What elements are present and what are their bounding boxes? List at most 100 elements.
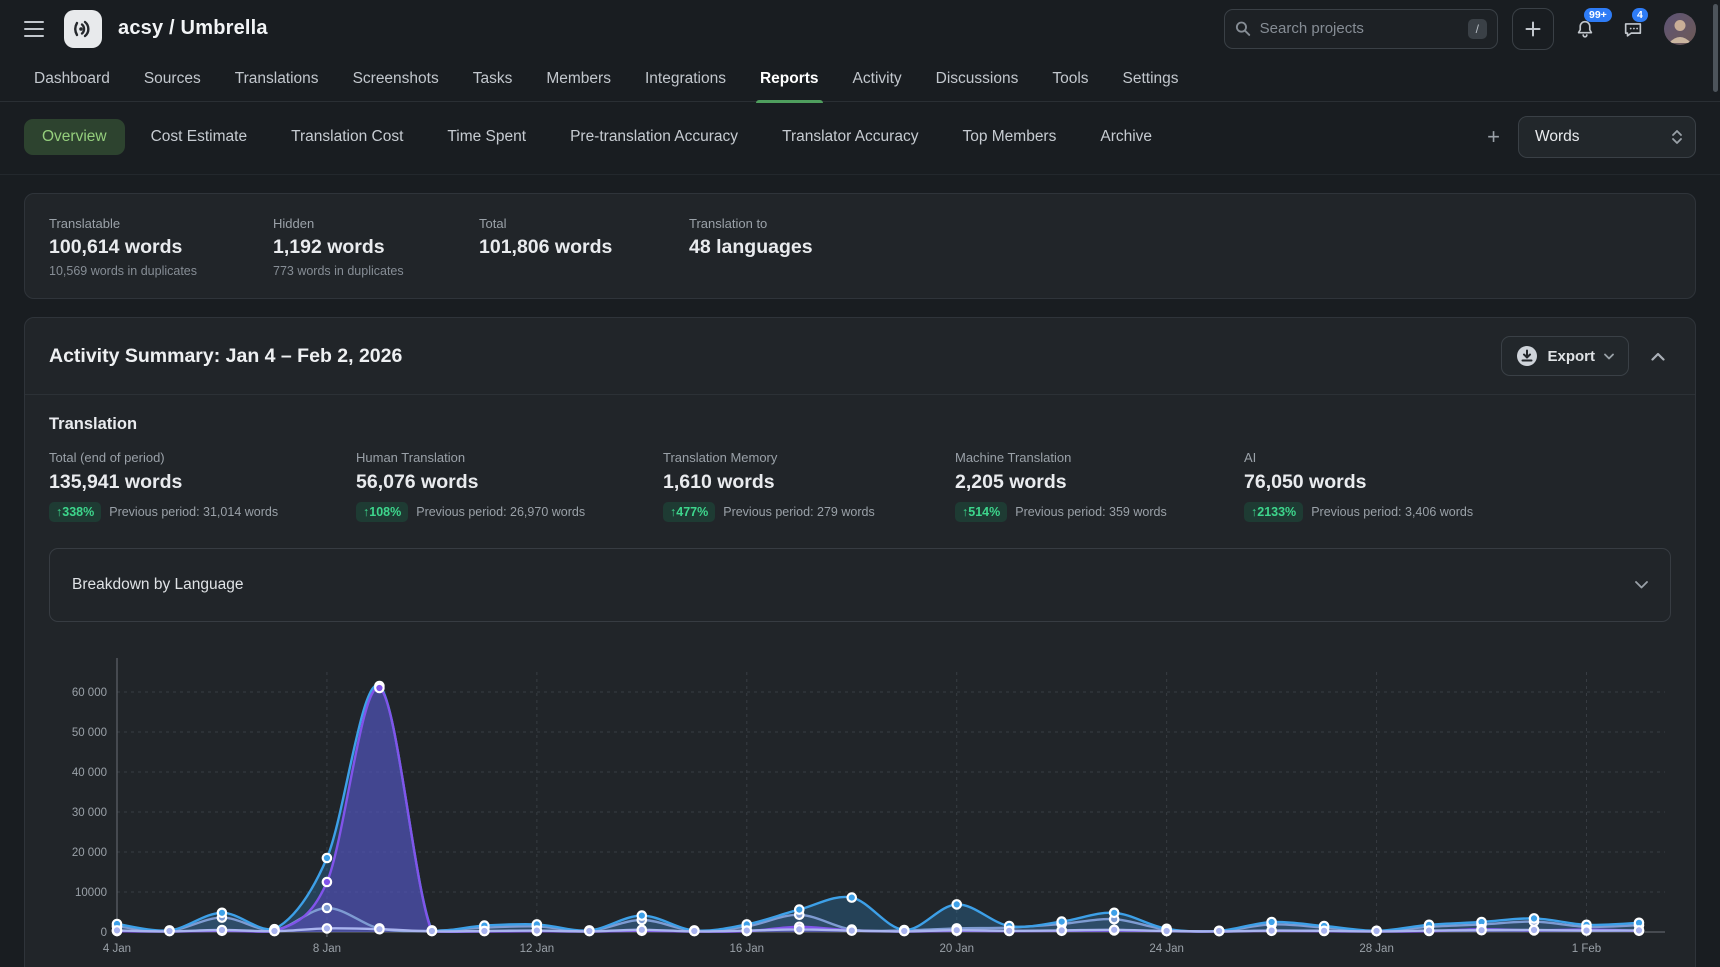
metric-value: 56,076 words — [356, 471, 663, 494]
change-badge: ↑338% — [49, 502, 101, 522]
stat-value: 101,806 words — [479, 236, 689, 259]
svg-text:10000: 10000 — [75, 887, 107, 899]
tab-tools[interactable]: Tools — [1052, 57, 1088, 102]
caret-down-icon — [1604, 353, 1614, 360]
logo-bird-icon — [70, 16, 96, 42]
svg-text:20 Jan: 20 Jan — [939, 943, 974, 955]
top-bar: acsy / Umbrella / 99+ 4 — [0, 0, 1720, 57]
change-badge: ↑108% — [356, 502, 408, 522]
add-report-button[interactable]: + — [1477, 120, 1510, 154]
stat-label: Hidden — [273, 216, 479, 231]
search-icon — [1235, 20, 1251, 37]
main-nav: Dashboard Sources Translations Screensho… — [0, 57, 1720, 102]
subtab-overview[interactable]: Overview — [24, 119, 125, 155]
tab-translations[interactable]: Translations — [235, 57, 319, 102]
stat-value: 1,192 words — [273, 236, 479, 259]
search-input[interactable] — [1260, 20, 1459, 37]
metric-total: Total (end of period) 135,941 words ↑338… — [49, 450, 356, 522]
previous-period: Previous period: 3,406 words — [1311, 505, 1473, 519]
metric-machine-translation: Machine Translation 2,205 words ↑514% Pr… — [955, 450, 1244, 522]
tab-activity[interactable]: Activity — [853, 57, 902, 102]
svg-text:16 Jan: 16 Jan — [730, 943, 765, 955]
previous-period: Previous period: 26,970 words — [416, 505, 585, 519]
unit-selector[interactable]: Words — [1518, 116, 1696, 158]
user-avatar[interactable] — [1664, 13, 1696, 45]
previous-period: Previous period: 359 words — [1015, 505, 1166, 519]
tab-sources[interactable]: Sources — [144, 57, 201, 102]
svg-text:50 000: 50 000 — [72, 727, 107, 739]
page-title: acsy / Umbrella — [118, 17, 268, 40]
stat-label: Translatable — [49, 216, 273, 231]
metric-label: Translation Memory — [663, 450, 955, 465]
metric-label: AI — [1244, 450, 1473, 465]
activity-header: Activity Summary: Jan 4 – Feb 2, 2026 Ex… — [25, 318, 1695, 395]
chart-container: 01000020 00030 00040 00050 00060 0004 Ja… — [25, 650, 1695, 967]
subtab-top-members[interactable]: Top Members — [944, 119, 1074, 155]
metric-translation-memory: Translation Memory 1,610 words ↑477% Pre… — [663, 450, 955, 522]
metric-value: 135,941 words — [49, 471, 356, 494]
subtab-translator-accuracy[interactable]: Translator Accuracy — [764, 119, 936, 155]
svg-text:30 000: 30 000 — [72, 807, 107, 819]
tab-tasks[interactable]: Tasks — [473, 57, 513, 102]
svg-text:40 000: 40 000 — [72, 767, 107, 779]
subtab-archive[interactable]: Archive — [1082, 119, 1170, 155]
download-icon — [1516, 345, 1538, 367]
metric-value: 1,610 words — [663, 471, 955, 494]
svg-text:60 000: 60 000 — [72, 687, 107, 699]
stat-subtext: 10,569 words in duplicates — [49, 264, 273, 278]
metric-ai: AI 76,050 words ↑2133% Previous period: … — [1244, 450, 1473, 522]
unit-selector-value: Words — [1535, 128, 1580, 146]
tab-reports[interactable]: Reports — [760, 57, 819, 102]
messages-count-badge: 4 — [1632, 8, 1648, 23]
breakdown-by-language-toggle[interactable]: Breakdown by Language — [49, 548, 1671, 622]
change-badge: ↑477% — [663, 502, 715, 522]
reports-subnav: Overview Cost Estimate Translation Cost … — [0, 102, 1720, 175]
collapse-section-button[interactable] — [1645, 346, 1671, 367]
menu-icon[interactable] — [24, 16, 50, 42]
stat-total: Total 101,806 words — [479, 216, 689, 278]
stat-value: 48 languages — [689, 236, 813, 259]
metric-label: Machine Translation — [955, 450, 1244, 465]
translation-metrics: Total (end of period) 135,941 words ↑338… — [49, 450, 1671, 522]
export-button[interactable]: Export — [1501, 336, 1629, 376]
tab-screenshots[interactable]: Screenshots — [353, 57, 439, 102]
subtab-pre-translation-accuracy[interactable]: Pre-translation Accuracy — [552, 119, 756, 155]
metric-human-translation: Human Translation 56,076 words ↑108% Pre… — [356, 450, 663, 522]
activity-title: Activity Summary: Jan 4 – Feb 2, 2026 — [49, 345, 1501, 368]
stat-translation-to: Translation to 48 languages — [689, 216, 813, 278]
tab-dashboard[interactable]: Dashboard — [34, 57, 110, 102]
change-badge: ↑514% — [955, 502, 1007, 522]
previous-period: Previous period: 31,014 words — [109, 505, 278, 519]
person-icon — [1664, 13, 1696, 45]
notifications-count-badge: 99+ — [1584, 8, 1612, 23]
subtab-time-spent[interactable]: Time Spent — [429, 119, 544, 155]
activity-chart[interactable]: 01000020 00030 00040 00050 00060 0004 Ja… — [33, 650, 1673, 967]
metric-label: Total (end of period) — [49, 450, 356, 465]
stat-subtext: 773 words in duplicates — [273, 264, 479, 278]
tab-integrations[interactable]: Integrations — [645, 57, 726, 102]
export-label: Export — [1547, 348, 1595, 365]
translation-section: Translation Total (end of period) 135,94… — [25, 395, 1695, 522]
metric-label: Human Translation — [356, 450, 663, 465]
notifications-button[interactable]: 99+ — [1568, 12, 1602, 46]
messages-button[interactable]: 4 — [1616, 12, 1650, 46]
select-arrows-icon — [1671, 129, 1683, 145]
tab-settings[interactable]: Settings — [1123, 57, 1179, 102]
stat-value: 100,614 words — [49, 236, 273, 259]
svg-text:20 000: 20 000 — [72, 847, 107, 859]
subtab-cost-estimate[interactable]: Cost Estimate — [133, 119, 265, 155]
page-scrollbar[interactable] — [1713, 4, 1718, 92]
search-shortcut-key: / — [1468, 19, 1487, 39]
previous-period: Previous period: 279 words — [723, 505, 874, 519]
create-project-button[interactable] — [1512, 8, 1554, 50]
plus-icon — [1525, 21, 1541, 37]
chevron-up-icon — [1651, 352, 1665, 361]
stat-label: Translation to — [689, 216, 813, 231]
project-logo[interactable] — [64, 10, 102, 48]
svg-text:8 Jan: 8 Jan — [313, 943, 341, 955]
search-box[interactable]: / — [1224, 9, 1498, 49]
tab-members[interactable]: Members — [546, 57, 611, 102]
subtab-translation-cost[interactable]: Translation Cost — [273, 119, 421, 155]
tab-discussions[interactable]: Discussions — [936, 57, 1019, 102]
stat-label: Total — [479, 216, 689, 231]
